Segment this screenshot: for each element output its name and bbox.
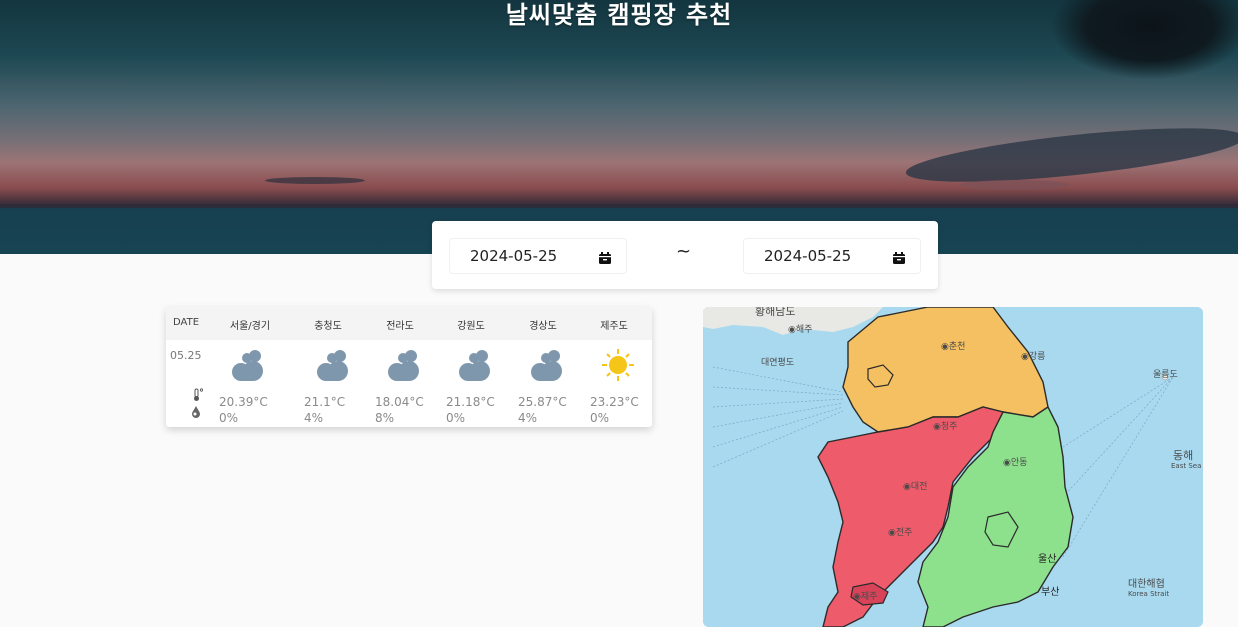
map-label: 대연평도 (761, 357, 794, 368)
temperature-value: 21.1°C (304, 395, 346, 409)
map-label: 황해남도 (755, 307, 795, 318)
end-date-value: 2024-05-25 (764, 247, 852, 265)
map-label: ◉전주 (888, 527, 912, 538)
cloudy-icon (385, 347, 425, 383)
cloud-decoration (903, 117, 1238, 193)
region-header: 충청도 (314, 321, 342, 332)
region-weather-cell: 23.23°C 0% (590, 345, 650, 425)
date-column-header: DATE (173, 317, 200, 328)
calendar-icon[interactable] (892, 250, 906, 264)
map-label: East Sea (1171, 462, 1201, 470)
region-header: 강원도 (457, 321, 485, 332)
cloud-decoration (265, 177, 365, 184)
map-label: ◉제주 (853, 591, 877, 602)
map-label: Korea Strait (1128, 590, 1169, 598)
sunny-icon (600, 347, 640, 383)
temperature-value: 20.39°C (219, 395, 268, 409)
map-label: ◉춘천 (941, 341, 965, 352)
rain-probability: 4% (304, 411, 324, 425)
temperature-value: 25.87°C (518, 395, 567, 409)
forecast-date: 05.25 (170, 349, 202, 362)
start-date-input[interactable]: 2024-05-25 (450, 239, 626, 273)
map-label: 대한해협 (1128, 577, 1165, 590)
thermometer-icon (192, 388, 204, 405)
date-separator: ~ (676, 241, 692, 262)
weather-table: DATE 서울/경기 충청도 전라도 강원도 경상도 제주도 05.25 20.… (166, 307, 652, 427)
map-label: ◉대전 (903, 481, 927, 492)
region-weather-cell: 21.18°C 0% (446, 345, 506, 425)
map-label: ◉해주 (788, 324, 812, 335)
map-label: ◉청주 (933, 421, 957, 432)
region-map[interactable]: 황해남도 ◉해주 대연평도 ◉춘천 ◉강릉 ◉청주 ◉대전 ◉안동 ◉전주 ◉제… (703, 307, 1203, 627)
cloudy-icon (229, 347, 269, 383)
cloudy-icon (314, 347, 354, 383)
cloud-decoration (960, 180, 1070, 190)
hero-banner: 날씨맞춤 캠핑장 추천 (0, 0, 1238, 254)
region-weather-cell: 18.04°C 8% (375, 345, 435, 425)
rain-probability: 0% (446, 411, 466, 425)
region-weather-cell: 21.1°C 4% (304, 345, 364, 425)
calendar-icon[interactable] (598, 250, 612, 264)
rain-probability: 0% (590, 411, 610, 425)
region-header: 경상도 (529, 321, 557, 332)
map-label: 울산 (1038, 553, 1056, 565)
rain-probability: 8% (375, 411, 395, 425)
region-weather-cell: 25.87°C 4% (518, 345, 578, 425)
region-header: 서울/경기 (229, 321, 271, 332)
rain-probability: 4% (518, 411, 538, 425)
region-weather-cell: 20.39°C 0% (219, 345, 279, 425)
map-label: ◉강릉 (1021, 351, 1045, 362)
map-label: ◉안동 (1003, 457, 1027, 468)
map-label: 부산 (1041, 586, 1059, 598)
map-label: 동해 (1173, 448, 1193, 462)
temperature-value: 21.18°C (446, 395, 495, 409)
end-date-input[interactable]: 2024-05-25 (744, 239, 920, 273)
temperature-value: 18.04°C (375, 395, 424, 409)
date-range-picker: 2024-05-25 ~ 2024-05-25 (432, 221, 938, 289)
map-label: 울릉도 (1153, 369, 1178, 380)
cloudy-icon (456, 347, 496, 383)
page-title: 날씨맞춤 캠핑장 추천 (505, 1, 733, 29)
rain-probability: 0% (219, 411, 239, 425)
region-header: 전라도 (386, 321, 414, 332)
cloudy-icon (528, 347, 568, 383)
region-header: 제주도 (600, 321, 628, 332)
rain-drop-icon (190, 405, 202, 421)
start-date-value: 2024-05-25 (470, 247, 558, 265)
temperature-value: 23.23°C (590, 395, 639, 409)
